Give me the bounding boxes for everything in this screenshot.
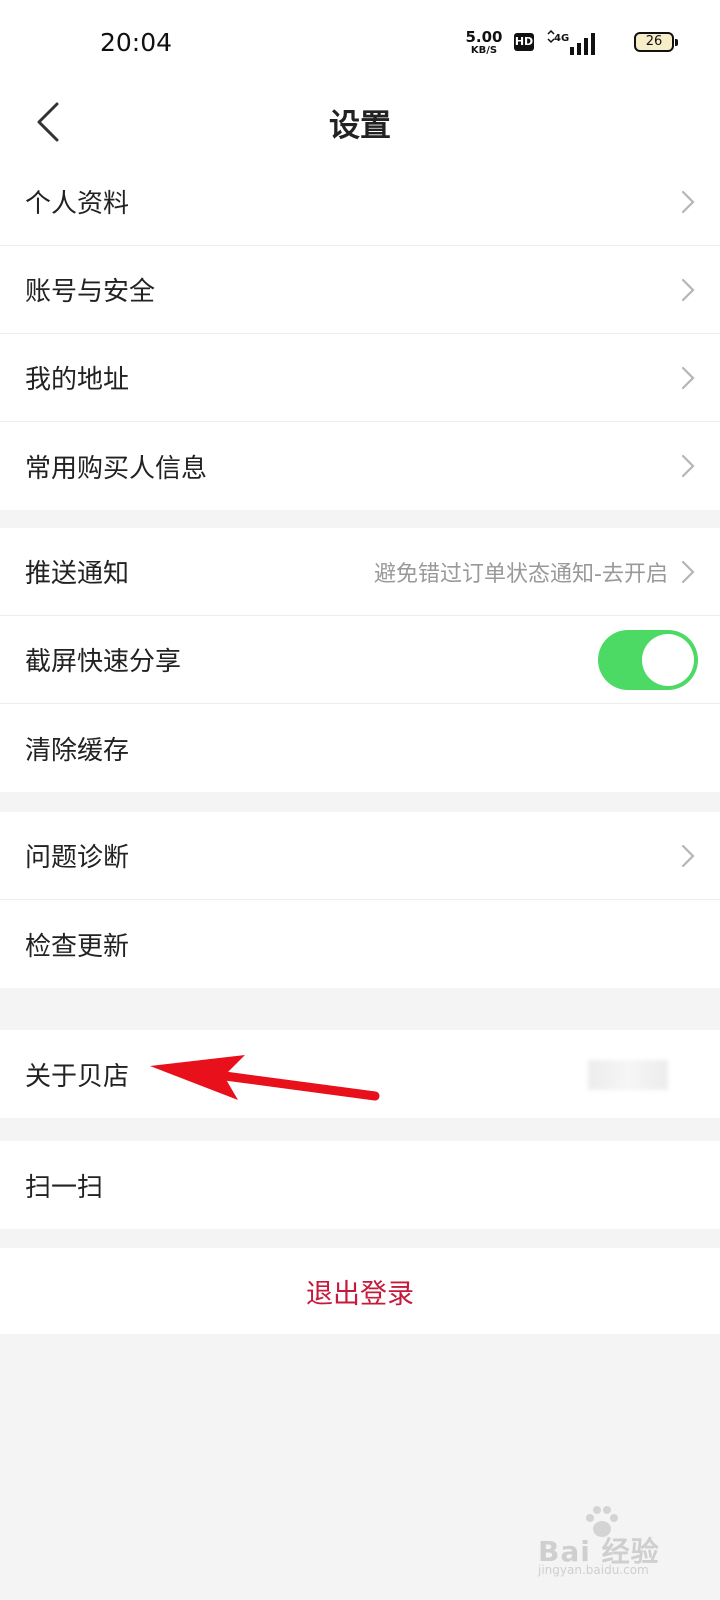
logout-button[interactable]: 退出登录 — [0, 1248, 720, 1334]
settings-group-support: 问题诊断 检查更新 — [0, 812, 720, 988]
settings-group-notifications: 推送通知 避免错过订单状态通知-去开启 截屏快速分享 清除缓存 — [0, 528, 720, 792]
chevron-right-icon — [681, 366, 695, 389]
settings-item-label: 推送通知 — [25, 559, 130, 589]
chevron-right-icon — [681, 190, 695, 213]
network-speed-unit: KB/S — [470, 45, 498, 56]
settings-group-account: 个人资料 账号与安全 我的地址 常用购买人信息 — [0, 158, 720, 510]
status-bar: 20:04 5.00 KB/S HD 4G 26 — [0, 0, 720, 88]
baidu-watermark: Bai 经验 jingyan.baidu.com — [530, 1500, 680, 1580]
settings-item-label: 个人资料 — [25, 189, 130, 219]
chevron-right-icon — [681, 454, 695, 478]
page-title: 设置 — [329, 108, 391, 144]
settings-item-label: 截屏快速分享 — [25, 647, 182, 677]
version-blurred — [588, 1060, 668, 1090]
settings-item-label: 扫一扫 — [25, 1172, 104, 1203]
signal-icon: 4G — [547, 30, 595, 55]
settings-item-scan[interactable]: 扫一扫 — [0, 1141, 720, 1229]
settings-item-profile[interactable]: 个人资料 — [0, 158, 720, 246]
network-speed: 5.00 KB/S — [464, 30, 504, 56]
settings-item-diagnosis[interactable]: 问题诊断 — [0, 812, 720, 900]
settings-item-push-notification[interactable]: 推送通知 避免错过订单状态通知-去开启 — [0, 528, 720, 616]
push-notification-hint: 避免错过订单状态通知-去开启 — [374, 561, 668, 587]
settings-item-screenshot-share: 截屏快速分享 — [0, 616, 720, 704]
network-speed-value: 5.00 — [465, 28, 503, 46]
settings-item-account-security[interactable]: 账号与安全 — [0, 246, 720, 334]
logout-label: 退出登录 — [306, 1278, 414, 1310]
chevron-right-icon — [681, 278, 695, 301]
settings-item-clear-cache[interactable]: 清除缓存 — [0, 704, 720, 792]
hd-icon: HD — [514, 33, 534, 51]
settings-item-label: 常用购买人信息 — [25, 453, 208, 484]
settings-item-my-address[interactable]: 我的地址 — [0, 334, 720, 422]
settings-item-label: 问题诊断 — [25, 843, 130, 873]
network-type-label: 4G — [554, 33, 569, 44]
watermark-url: jingyan.baidu.com — [538, 1563, 649, 1577]
settings-item-buyer-info[interactable]: 常用购买人信息 — [0, 422, 720, 510]
screenshot-share-toggle[interactable] — [598, 629, 698, 690]
settings-group-scan: 扫一扫 — [0, 1141, 720, 1229]
chevron-right-icon — [681, 560, 695, 583]
chevron-right-icon — [681, 844, 695, 867]
toggle-knob — [642, 633, 694, 686]
annotation-arrow-icon — [150, 1055, 380, 1101]
settings-item-label: 账号与安全 — [25, 277, 156, 307]
nav-bar: 设置 — [0, 88, 720, 158]
status-time: 20:04 — [100, 28, 173, 57]
settings-item-label: 清除缓存 — [25, 735, 130, 766]
battery-icon: 26 — [634, 32, 678, 52]
settings-item-label: 检查更新 — [25, 931, 130, 962]
settings-item-check-update[interactable]: 检查更新 — [0, 900, 720, 988]
settings-item-label: 我的地址 — [25, 365, 130, 395]
